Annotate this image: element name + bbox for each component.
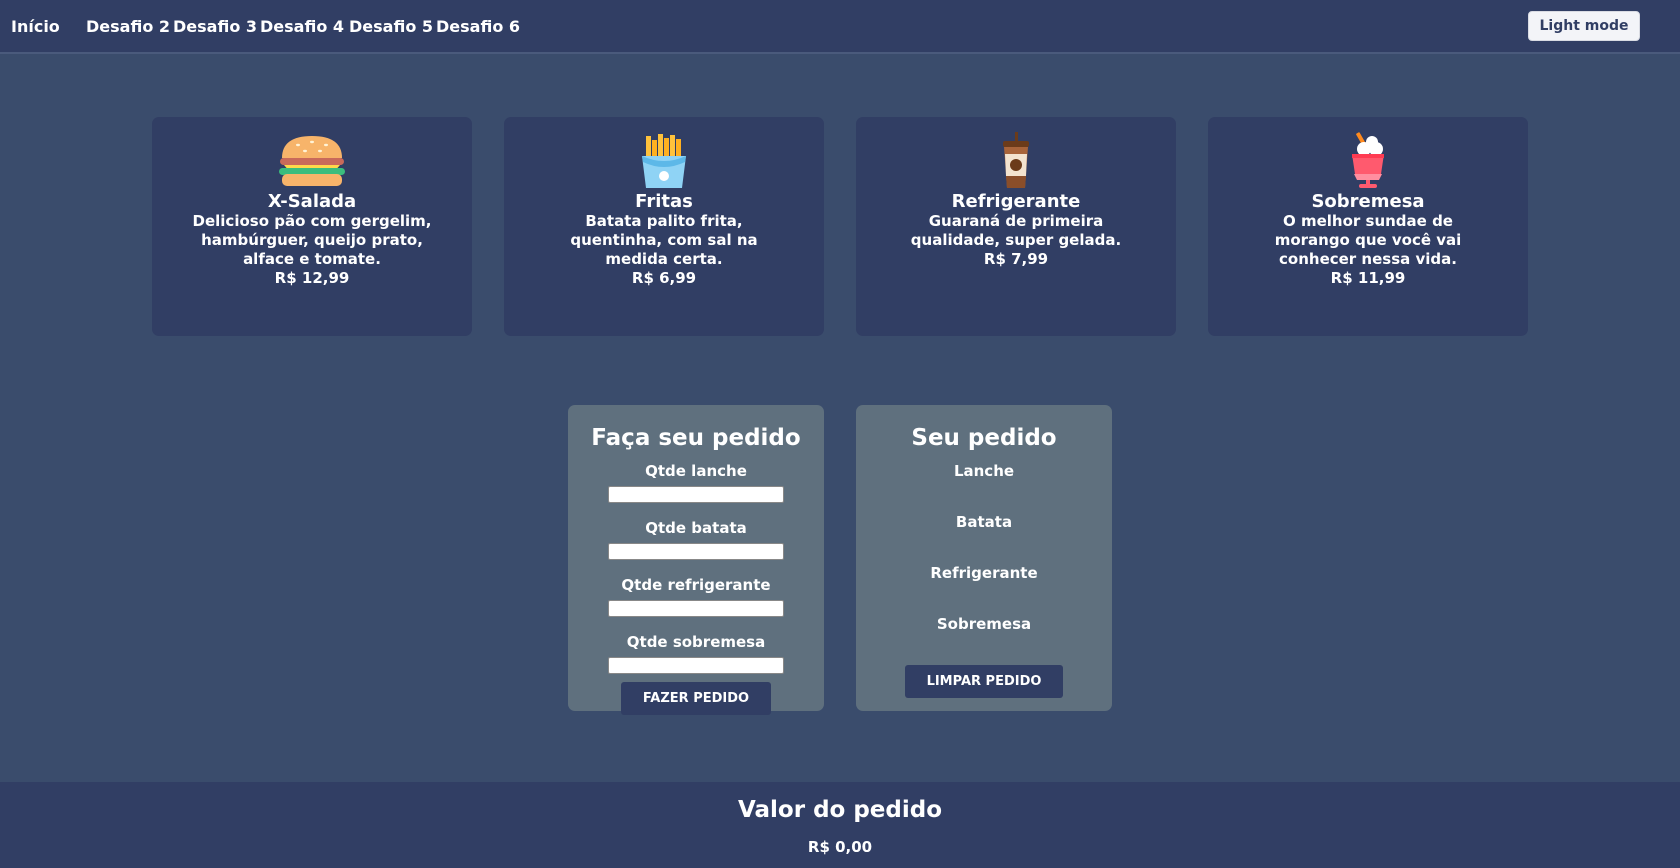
qty-batata-input[interactable] [608, 543, 784, 560]
qty-sobremesa-input[interactable] [608, 657, 784, 674]
sandwich-icon [279, 136, 345, 186]
summary-item-refrigerante: Refrigerante [930, 564, 1038, 582]
sundae-icon [1352, 132, 1384, 188]
product-price: R$ 12,99 [274, 269, 350, 287]
product-name: Refrigerante [951, 191, 1081, 212]
nav-link-desafio-4[interactable]: Desafio 4 [260, 17, 344, 36]
summary-item-sobremesa: Sobremesa [936, 615, 1032, 633]
product-name: Fritas [635, 191, 693, 212]
qty-lanche-input[interactable] [608, 486, 784, 503]
product-name: Sobremesa [1311, 191, 1425, 212]
product-description: Guaraná de primeira qualidade, super gel… [910, 212, 1122, 249]
product-card-refrigerante: Refrigerante Guaraná de primeira qualida… [856, 117, 1176, 336]
qty-refrigerante-input[interactable] [608, 600, 784, 617]
nav-link-desafio-2[interactable]: Desafio 2 [86, 17, 170, 36]
product-name: X-Salada [267, 191, 357, 212]
product-price: R$ 11,99 [1330, 269, 1406, 287]
navbar: Início Desafio 2 Desafio 3 Desafio 4 Des… [0, 0, 1680, 54]
product-description: Delicioso pão com gergelim, hambúrguer, … [192, 212, 432, 268]
summary-item-lanche: Lanche [953, 462, 1015, 480]
order-total-footer: Valor do pedido R$ 0,00 [0, 782, 1680, 868]
product-card-fritas: Fritas Batata palito frita, quentinha, c… [504, 117, 824, 336]
qty-refrigerante-label: Qtde refrigerante [621, 576, 771, 594]
soda-cup-icon [1003, 132, 1029, 188]
nav-link-desafio-3[interactable]: Desafio 3 [173, 17, 257, 36]
light-mode-button[interactable]: Light mode [1528, 11, 1640, 41]
order-summary-panel: Seu pedido Lanche Batata Refrigerante So… [856, 405, 1112, 711]
place-order-button[interactable]: FAZER PEDIDO [620, 682, 772, 715]
product-card-x-salada: X-Salada Delicioso pão com gergelim, ham… [152, 117, 472, 336]
nav-link-desafio-6[interactable]: Desafio 6 [436, 17, 520, 36]
clear-order-button[interactable]: LIMPAR PEDIDO [904, 665, 1064, 698]
order-total-value: R$ 0,00 [807, 838, 873, 856]
order-form-title: Faça seu pedido [591, 425, 801, 451]
qty-batata-label: Qtde batata [645, 519, 747, 537]
nav-link-inicio[interactable]: Início [11, 17, 60, 36]
summary-item-batata: Batata [955, 513, 1013, 531]
order-total-title: Valor do pedido [737, 797, 943, 823]
product-price: R$ 6,99 [631, 269, 697, 287]
fries-icon [642, 134, 686, 188]
qty-lanche-label: Qtde lanche [645, 462, 747, 480]
order-summary-title: Seu pedido [911, 425, 1057, 451]
product-description: O melhor sundae de morango que você vai … [1274, 212, 1462, 268]
qty-sobremesa-label: Qtde sobremesa [626, 633, 766, 651]
nav-link-desafio-5[interactable]: Desafio 5 [349, 17, 433, 36]
order-form-panel: Faça seu pedido Qtde lanche Qtde batata … [568, 405, 824, 715]
product-price: R$ 7,99 [983, 250, 1049, 268]
product-description: Batata palito frita, quentinha, com sal … [570, 212, 758, 268]
product-card-sobremesa: Sobremesa O melhor sundae de morango que… [1208, 117, 1528, 336]
